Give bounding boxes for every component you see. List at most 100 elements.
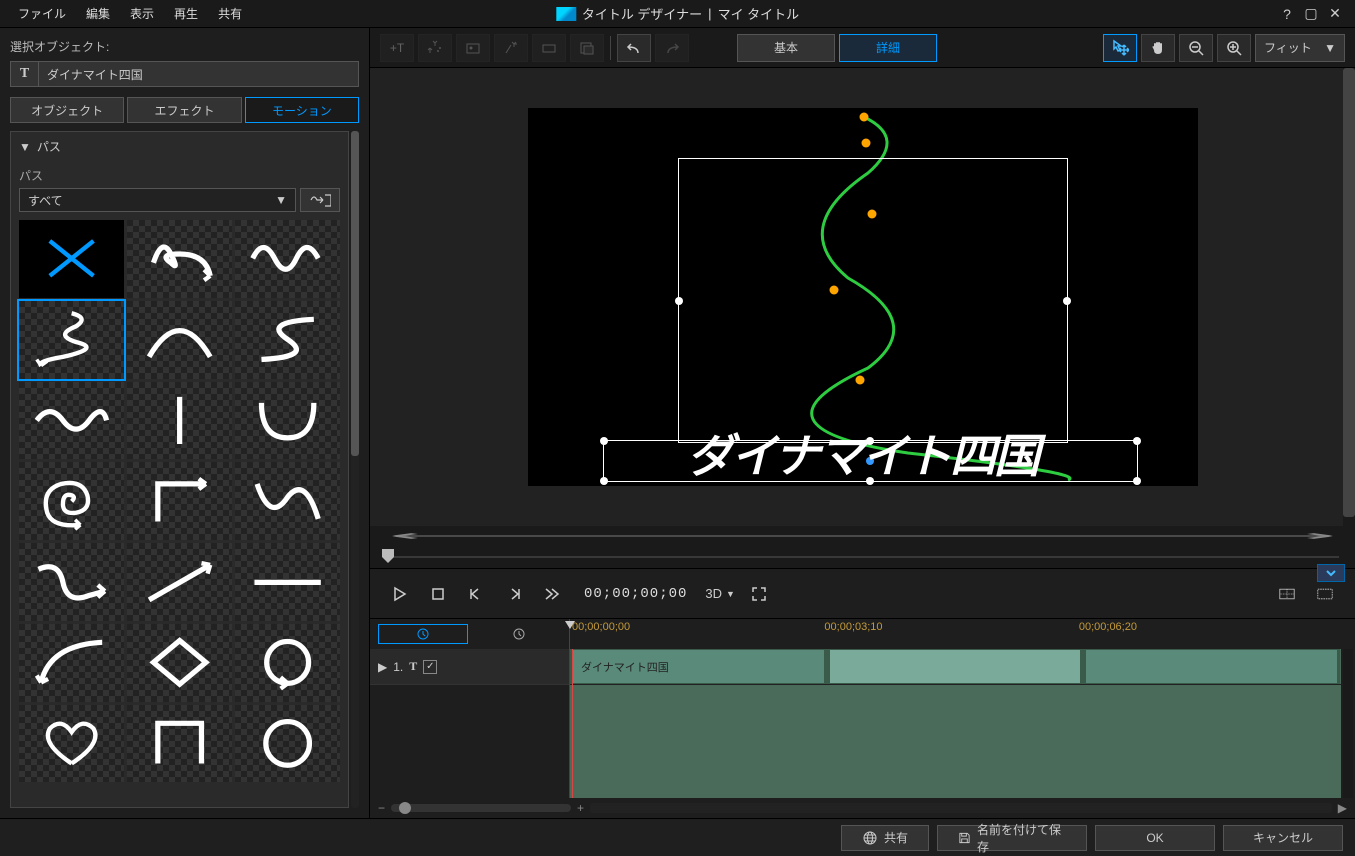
undo-button[interactable]: [617, 34, 651, 62]
menu-play[interactable]: 再生: [164, 1, 208, 26]
add-image-button[interactable]: [456, 34, 490, 62]
menu-share[interactable]: 共有: [208, 1, 252, 26]
collapse-icon: ▼: [19, 140, 31, 154]
help-icon[interactable]: ?: [1275, 4, 1299, 24]
preview-canvas[interactable]: ダイナマイト四国: [528, 108, 1198, 486]
save-as-button[interactable]: 名前を付けて保存: [937, 825, 1087, 851]
title-bar: ファイル 編集 表示 再生 共有 タイトル デザイナー | マイ タイトル ? …: [0, 0, 1355, 28]
left-panel-scrollbar[interactable]: [351, 131, 359, 808]
path-vertical[interactable]: [127, 382, 232, 460]
path-arc2[interactable]: [19, 624, 124, 702]
path-wave2[interactable]: [19, 382, 124, 460]
path-diamond[interactable]: [127, 624, 232, 702]
tab-effect[interactable]: エフェクト: [127, 97, 241, 123]
path-point[interactable]: [859, 113, 868, 122]
fast-forward-button[interactable]: [538, 580, 566, 608]
path-angle[interactable]: [127, 462, 232, 540]
path-filter-select[interactable]: すべて ▼: [19, 188, 296, 212]
timeline-zoom-slider[interactable]: [391, 804, 571, 812]
timeline-h-scrollbar[interactable]: [590, 803, 1332, 813]
path-v-curve[interactable]: [235, 462, 340, 540]
import-path-button[interactable]: [300, 188, 340, 212]
add-bg-button[interactable]: [570, 34, 604, 62]
clock-icon[interactable]: [513, 628, 525, 640]
stop-button[interactable]: [424, 580, 452, 608]
pan-tool-button[interactable]: [1141, 34, 1175, 62]
preview-title-text[interactable]: ダイナマイト四国: [687, 420, 1038, 486]
path-horizontal[interactable]: [235, 543, 340, 621]
checkbox-icon[interactable]: ✓: [423, 660, 437, 674]
path-loop[interactable]: [127, 220, 232, 298]
import-icon: [309, 192, 331, 208]
path-spiral[interactable]: [19, 462, 124, 540]
time-ruler[interactable]: 00;00;00;00 00;00;03;10 00;00;06;20: [570, 619, 1341, 649]
expand-icon[interactable]: ▶: [378, 660, 387, 674]
menu-edit[interactable]: 編集: [76, 1, 120, 26]
track-1-header[interactable]: ▶ 1. T ✓: [370, 649, 569, 685]
menu-file[interactable]: ファイル: [8, 1, 76, 26]
path-circle-ccw[interactable]: [235, 624, 340, 702]
preview-scrollbar[interactable]: [1343, 68, 1355, 526]
ruler-time-1: 00;00;03;10: [824, 621, 882, 633]
path-zigzag-spiral[interactable]: [19, 301, 124, 379]
clip-segment-1[interactable]: ダイナマイト四国: [570, 649, 827, 684]
close-icon[interactable]: ✕: [1323, 4, 1347, 24]
redo-button[interactable]: [655, 34, 689, 62]
path-u-curve[interactable]: [235, 382, 340, 460]
share-button[interactable]: 共有: [841, 825, 929, 851]
path-none[interactable]: [19, 220, 124, 298]
zoom-out-button[interactable]: [1179, 34, 1213, 62]
3d-toggle[interactable]: 3D ▼: [705, 580, 735, 608]
add-shape-button[interactable]: [532, 34, 566, 62]
ok-button[interactable]: OK: [1095, 825, 1215, 851]
play-button[interactable]: [386, 580, 414, 608]
maximize-icon[interactable]: ▢: [1299, 4, 1323, 24]
path-s-curve[interactable]: [235, 301, 340, 379]
scroll-right-icon[interactable]: ▶: [1338, 801, 1347, 815]
path-wave[interactable]: [235, 220, 340, 298]
add-particle-button[interactable]: [418, 34, 452, 62]
path-section-header[interactable]: ▼ パス: [11, 132, 348, 161]
tab-basic[interactable]: 基本: [737, 34, 835, 62]
path-point[interactable]: [861, 139, 870, 148]
prev-frame-button[interactable]: [462, 580, 490, 608]
timecode-display[interactable]: 00;00;00;00: [576, 586, 695, 602]
zoom-fit-select[interactable]: フィット ▼: [1255, 34, 1345, 62]
app-name: タイトル デザイナー: [582, 4, 702, 23]
outer-bounds[interactable]: [678, 158, 1068, 443]
safe-zone-button[interactable]: [1273, 580, 1301, 608]
collapse-panel-button[interactable]: [1317, 564, 1345, 582]
track-content[interactable]: ダイナマイト四国: [570, 649, 1341, 798]
zoom-in-button[interactable]: [1217, 34, 1251, 62]
path-step[interactable]: [127, 705, 232, 783]
toolbar: +T 基本 詳細 フィット ▼: [370, 28, 1355, 68]
path-diagonal[interactable]: [127, 543, 232, 621]
timeline-v-scrollbar[interactable]: [1343, 649, 1353, 798]
path-heart[interactable]: [19, 705, 124, 783]
tab-detail[interactable]: 詳細: [839, 34, 937, 62]
keyframe-mode-tab[interactable]: [378, 624, 468, 644]
grid-button[interactable]: [1311, 580, 1339, 608]
horizontal-scrollbar[interactable]: [370, 526, 1355, 546]
path-s-wave[interactable]: [19, 543, 124, 621]
seek-handle-icon[interactable]: [382, 549, 394, 563]
clip-segment-2[interactable]: [827, 649, 1084, 684]
path-arc[interactable]: [127, 301, 232, 379]
next-frame-button[interactable]: [500, 580, 528, 608]
cancel-button[interactable]: キャンセル: [1223, 825, 1343, 851]
add-text-button[interactable]: +T: [380, 34, 414, 62]
clock-icon: [417, 628, 429, 640]
add-effect-button[interactable]: [494, 34, 528, 62]
menu-view[interactable]: 表示: [120, 1, 164, 26]
zoom-out-icon[interactable]: −: [378, 801, 385, 815]
playhead-line[interactable]: [572, 649, 573, 798]
clip-segment-3[interactable]: [1083, 649, 1340, 684]
seek-slider[interactable]: [370, 546, 1355, 568]
path-circle[interactable]: [235, 705, 340, 783]
tab-object[interactable]: オブジェクト: [10, 97, 124, 123]
move-tool-button[interactable]: [1103, 34, 1137, 62]
fullscreen-button[interactable]: [745, 580, 773, 608]
zoom-in-icon[interactable]: +: [577, 801, 584, 815]
selected-object-field[interactable]: T ダイナマイト四国: [10, 61, 359, 87]
tab-motion[interactable]: モーション: [245, 97, 359, 123]
